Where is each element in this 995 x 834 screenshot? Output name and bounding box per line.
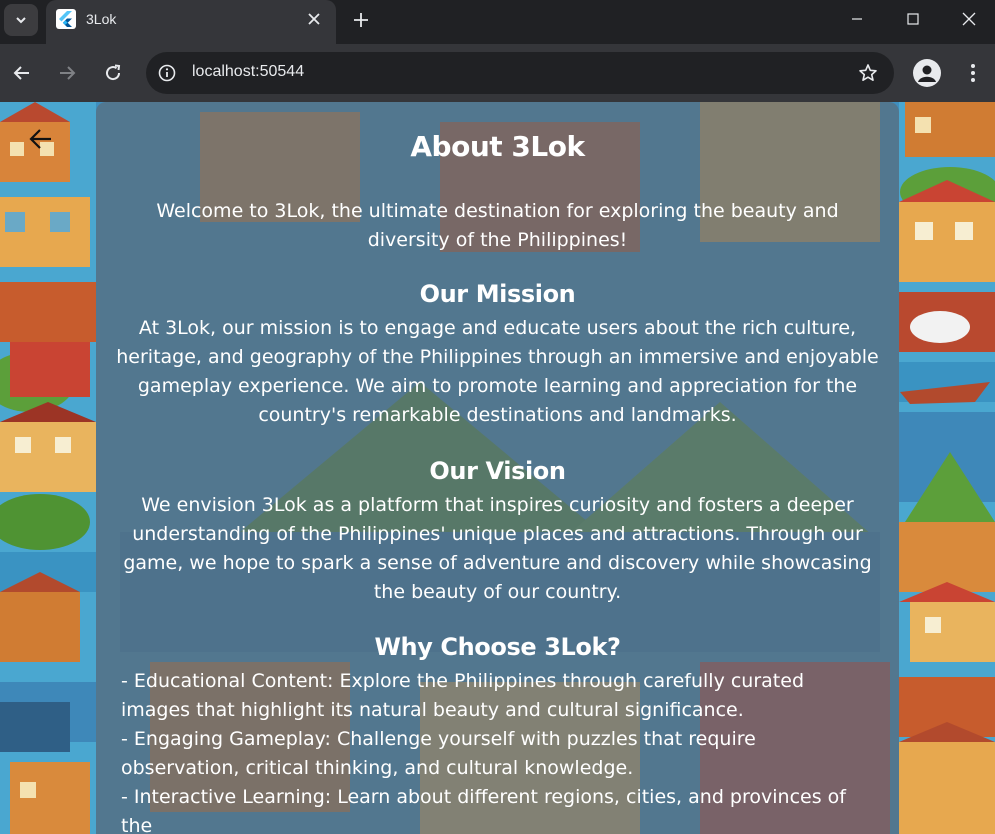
tab-search-button[interactable]	[4, 4, 38, 36]
why-heading: Why Choose 3Lok?	[374, 633, 621, 661]
browser-forward-button[interactable]	[52, 58, 82, 88]
flutter-icon	[56, 9, 76, 29]
browser-tab-bar: 3Lok	[0, 0, 995, 44]
back-button[interactable]	[26, 124, 56, 154]
browser-tab[interactable]: 3Lok	[46, 0, 336, 44]
vision-text: We envision 3Lok as a platform that insp…	[123, 494, 872, 603]
why-list: - Educational Content: Explore the Phili…	[121, 667, 879, 834]
person-icon	[918, 65, 936, 82]
close-icon	[962, 12, 976, 26]
tab-title: 3Lok	[86, 11, 117, 27]
mission-text: At 3Lok, our mission is to engage and ed…	[116, 317, 879, 426]
page-title: About 3Lok	[410, 130, 585, 163]
arrow-left-icon	[29, 129, 51, 149]
maximize-button[interactable]	[885, 0, 941, 38]
bookmark-star-icon[interactable]	[856, 61, 880, 85]
arrow-right-icon	[60, 66, 76, 80]
browser-menu-button[interactable]	[962, 58, 984, 88]
close-window-button[interactable]	[941, 0, 995, 38]
url-text[interactable]: localhost:50544	[192, 63, 304, 81]
reload-button[interactable]	[98, 58, 128, 88]
page-viewport[interactable]: About 3Lok Welcome to 3Lok, the ultimate…	[0, 102, 995, 834]
chevron-down-icon	[16, 17, 26, 24]
minimize-icon	[852, 18, 862, 20]
new-tab-button[interactable]	[346, 6, 376, 34]
intro-text: Welcome to 3Lok, the ultimate destinatio…	[156, 200, 839, 251]
mission-heading: Our Mission	[419, 280, 576, 308]
close-tab-icon[interactable]	[304, 9, 324, 29]
arrow-left-icon	[13, 66, 29, 80]
list-item: - Educational Content: Explore the Phili…	[121, 670, 804, 721]
more-vert-icon	[971, 64, 975, 82]
list-item: - Interactive Learning: Learn about diff…	[121, 786, 846, 834]
list-item: - Engaging Gameplay: Challenge yourself …	[121, 728, 756, 779]
browser-back-button[interactable]	[7, 58, 37, 88]
maximize-icon	[907, 13, 919, 25]
minimize-button[interactable]	[829, 0, 885, 38]
reload-icon	[106, 64, 121, 81]
browser-toolbar: localhost:50544	[0, 44, 995, 102]
address-bar[interactable]: localhost:50544	[146, 52, 894, 94]
vision-heading: Our Vision	[429, 457, 566, 485]
profile-button[interactable]	[913, 59, 941, 87]
info-icon[interactable]	[156, 62, 178, 84]
plus-icon	[354, 13, 368, 27]
